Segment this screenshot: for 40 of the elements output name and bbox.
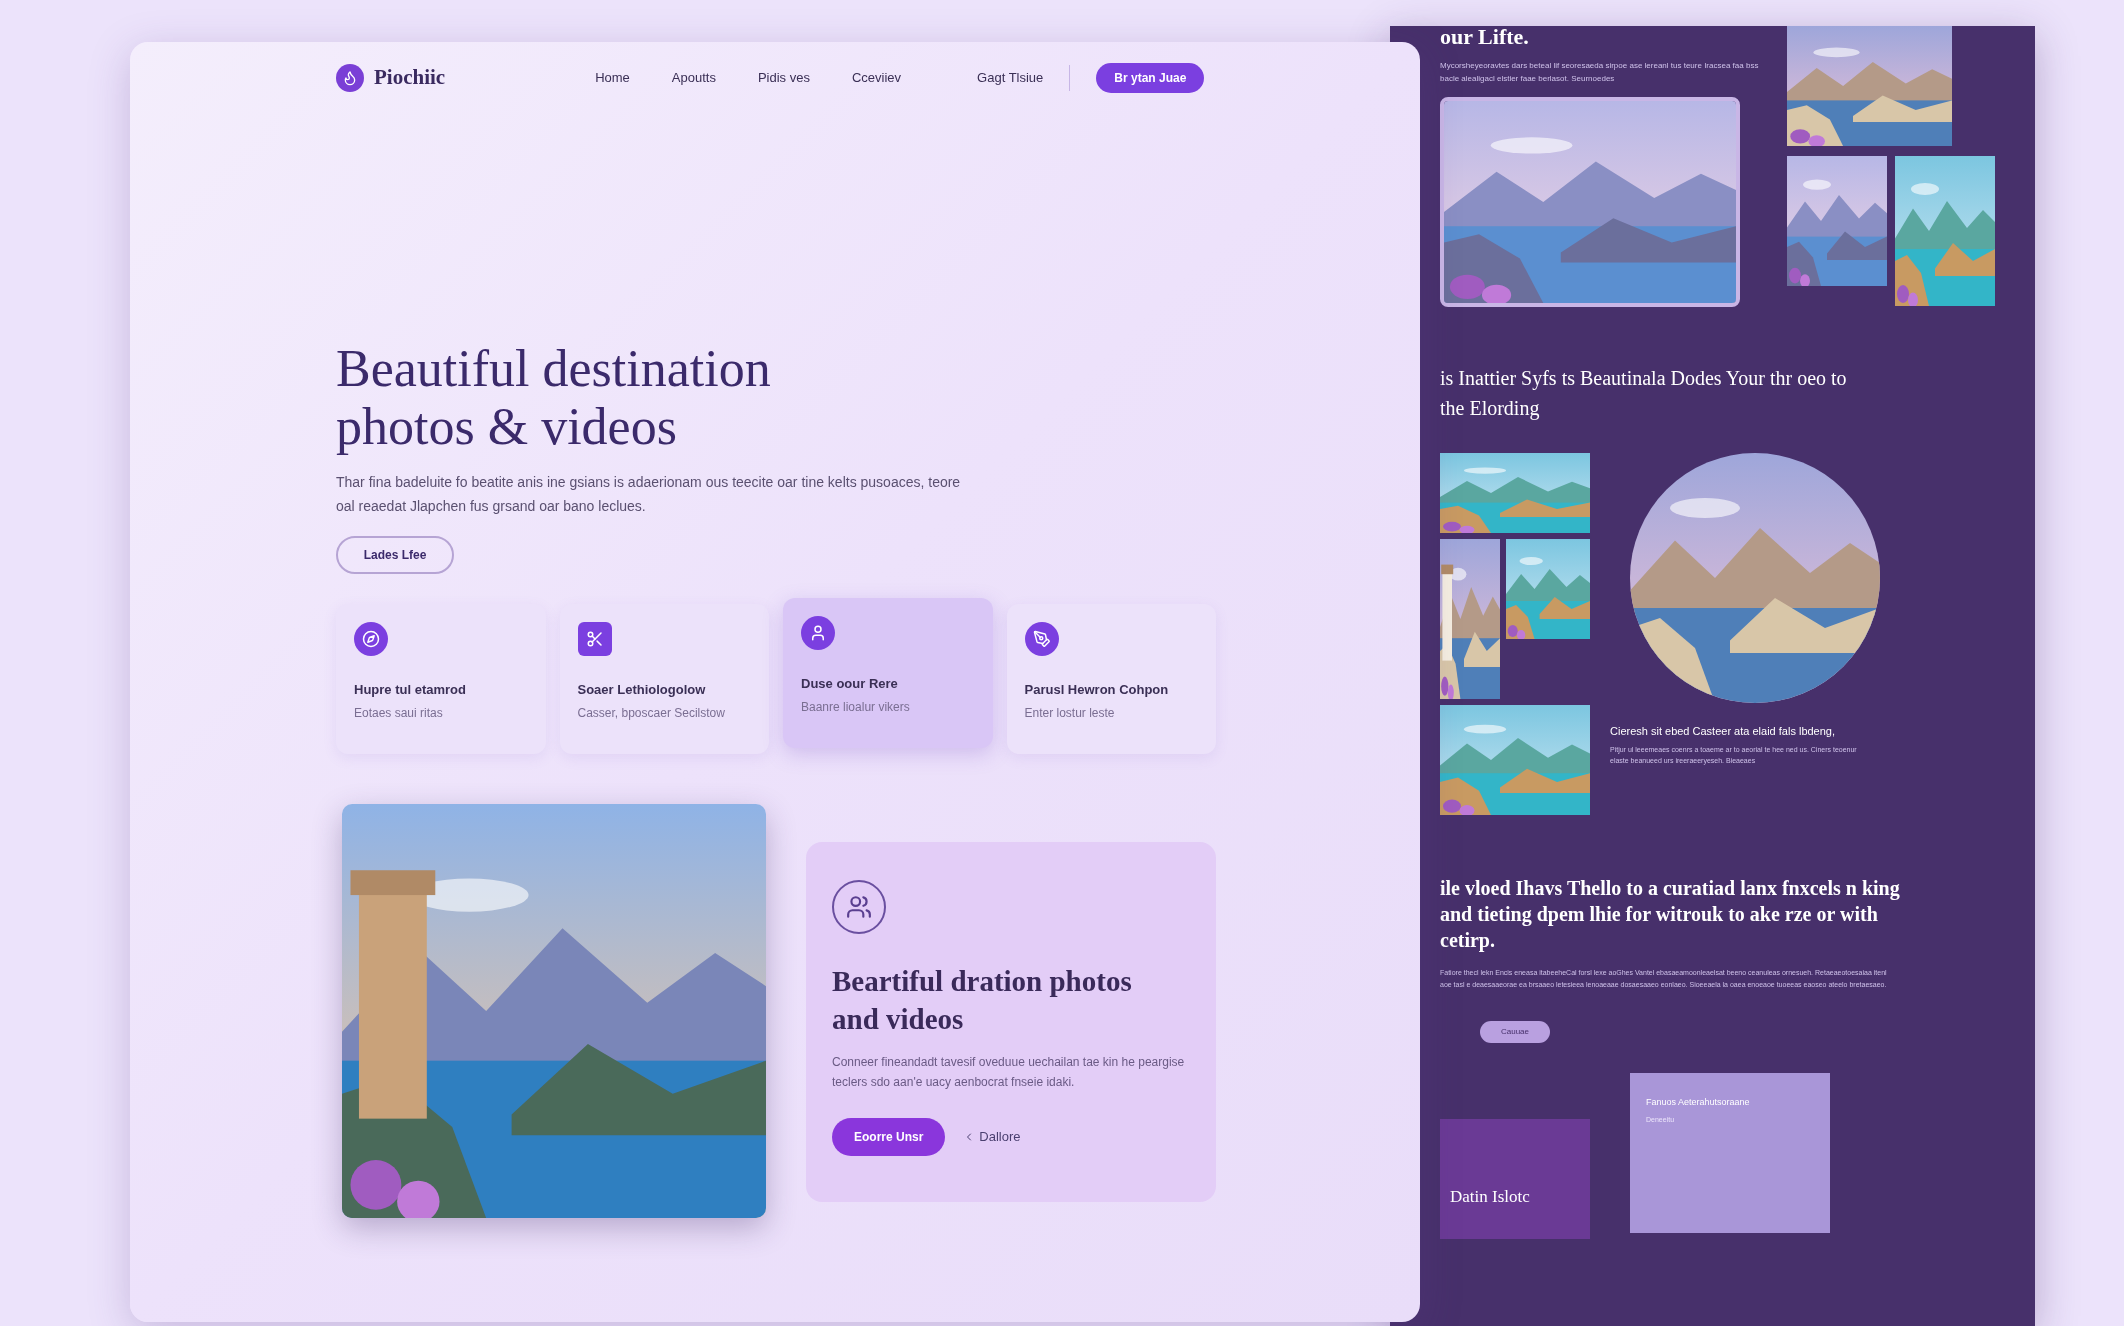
- nav-link[interactable]: Cceviiev: [851, 68, 902, 88]
- feature-card[interactable]: Duse oour Rere Baanre lioalur vikers: [783, 598, 993, 748]
- feature-card[interactable]: Soaer Lethiologolow Casser, bposcaer Secilstow: [559, 604, 769, 754]
- user-icon: [801, 616, 835, 650]
- feature-heading: ile vloed Ihavs Thello to a curatiad lanx fnxcels n king and tieting dpem lhie for witrouk to ake rze or with cetirp.: [1440, 876, 1901, 953]
- feature-title: Hupre tul etamrod: [354, 681, 467, 699]
- nav-link[interactable]: Pidis ves: [757, 68, 810, 88]
- compass-icon: [354, 622, 388, 656]
- nav-link[interactable]: Apoutts: [671, 68, 716, 88]
- feature-subtitle: Casser, bposcaer Secilstow: [577, 704, 726, 722]
- promo-title: Datin Islotc: [1450, 1185, 1531, 1208]
- pen-icon: [1024, 622, 1059, 656]
- cta-button[interactable]: Br ytan Juae: [1096, 63, 1205, 93]
- feature-subtitle: Baanre lioalur vikers: [801, 698, 911, 716]
- card-title: Fanuos Aeterahutsoraane: [1646, 1096, 1751, 1109]
- feature-title: Duse oour Rere: [801, 675, 899, 693]
- section-heading: is Inattier Syfs ts Beautinala Dodes Your thr oeo to the Elording: [1440, 366, 1848, 422]
- sign-in-link[interactable]: Gagt Tlsiue: [977, 68, 1044, 88]
- feature-card[interactable]: Hupre tul etamrod Eotaes saui ritas: [336, 604, 546, 754]
- top-text: Mycorsheyeoravtes dars beteal lif seoresaeda sirpoe ase lereanl tus teure Iracsea faa bss bacle alealigacl elstier faae berlasot. Seurnoedes: [1440, 60, 1760, 85]
- hero-title: Beautiful destination photos & videos: [336, 340, 772, 456]
- hero-text: Thar fina badeluite fo beatite anis ine gsians is adaerionam ous teecite oar tine kelts pusoaces, teore oal reaedat Jlapchen fus grsand oar bano leclues.: [336, 473, 962, 516]
- learn-more-button[interactable]: Lades Lfee: [336, 536, 454, 574]
- logo-icon: [336, 64, 364, 92]
- pill-button[interactable]: Cauuae: [1480, 1021, 1550, 1043]
- top-heading: our Lifte.: [1440, 23, 1530, 51]
- brand-name: Piochiic: [374, 64, 446, 92]
- scissors-icon: [577, 622, 612, 656]
- feature-title: Parusl Hewron Cohpon: [1024, 681, 1170, 699]
- feature-subtitle: Enter lostur leste: [1024, 704, 1116, 722]
- users-icon: [832, 880, 886, 934]
- primary-button[interactable]: Eoorre Unsr: [832, 1118, 946, 1156]
- secondary-link[interactable]: Dallore: [979, 1127, 1021, 1147]
- nav-link[interactable]: Home: [595, 68, 630, 88]
- feature-title: Soaer Lethiologolow: [577, 681, 707, 699]
- showcase-title: Beartiful dration photos and videos: [832, 964, 1133, 1037]
- caption-title: Cieresh sit ebed Casteer ata elaid fals lbdeng,: [1610, 724, 1837, 739]
- feature-subtitle: Eotaes saui ritas: [354, 704, 444, 722]
- feature-card[interactable]: Parusl Hewron Cohpon Enter lostur leste: [1006, 604, 1216, 754]
- showcase-text: Conneer fineandadt tavesif oveduue uechailan tae kin he peargise teclers sdo aan'e uacy aenbocrat fnseie idaki.: [832, 1054, 1186, 1091]
